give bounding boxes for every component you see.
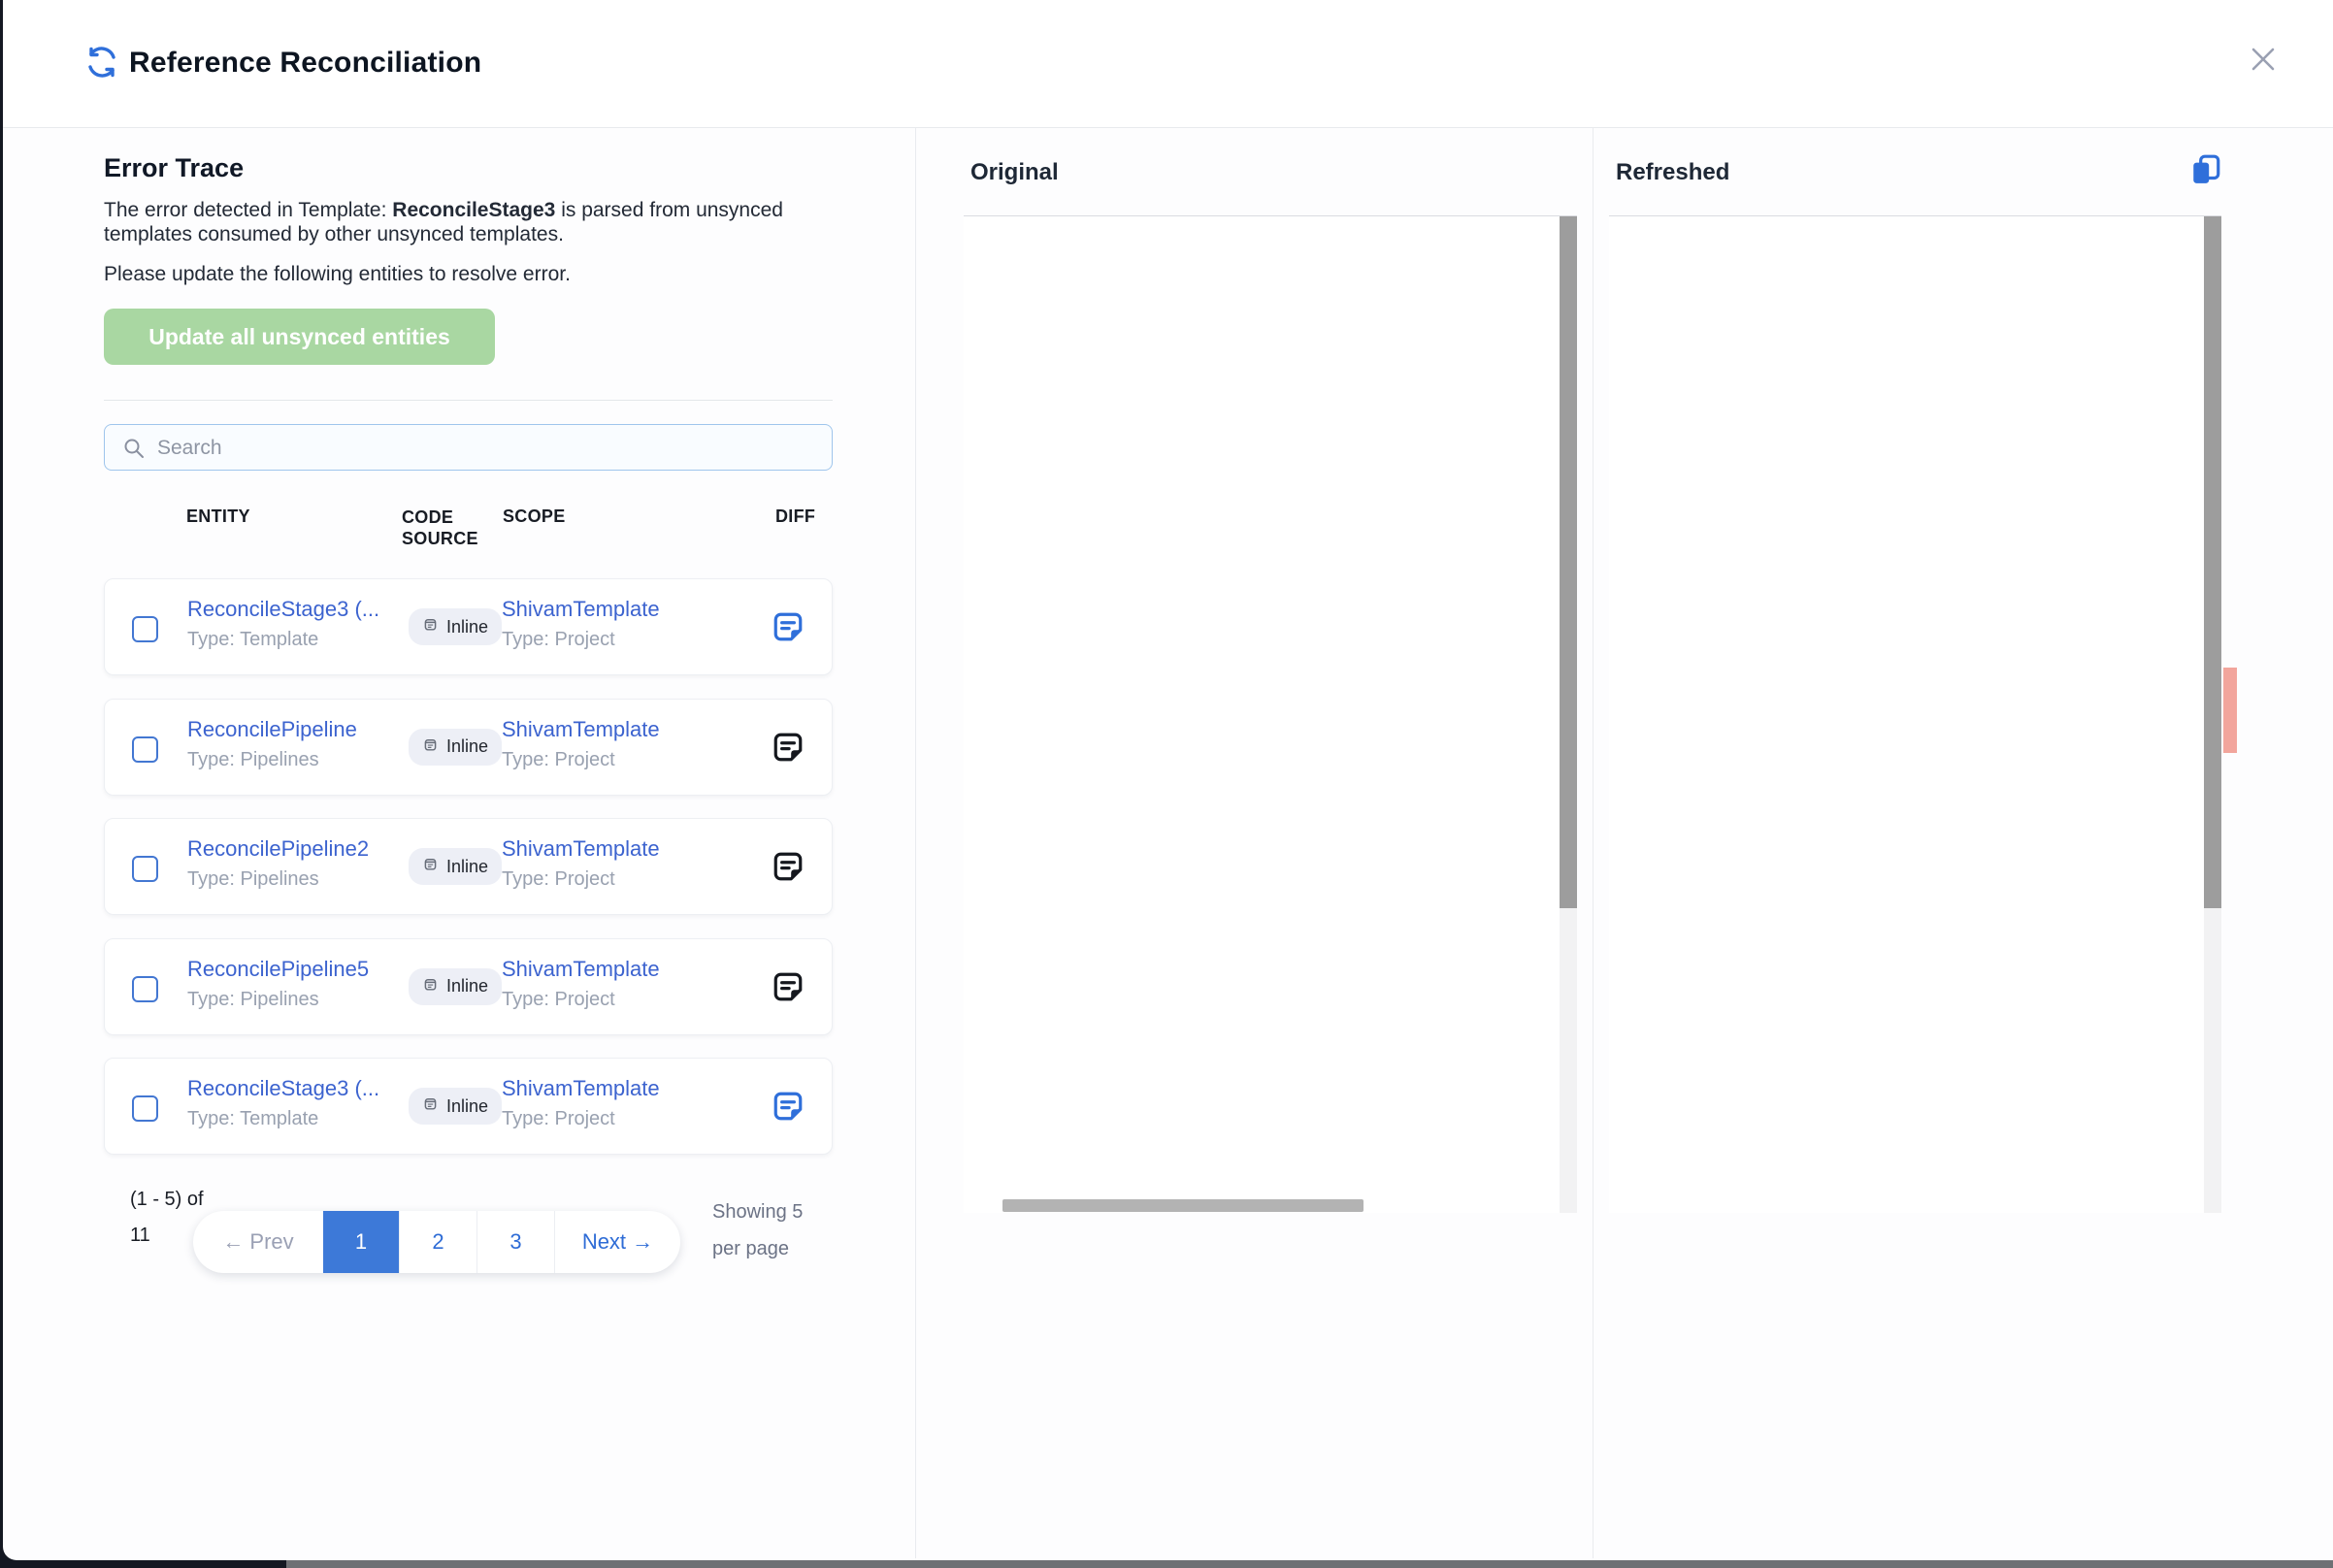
code-source-label: Inline	[446, 857, 488, 877]
close-icon[interactable]	[2244, 41, 2283, 80]
refreshed-code-panel	[1609, 215, 2221, 1213]
page-button-1[interactable]: 1	[323, 1211, 399, 1273]
entity-type-label: Type: Pipelines	[187, 989, 396, 1011]
scope-link[interactable]: ShivamTemplate	[502, 957, 735, 982]
table-row: ReconcileStage3 (... Type: Template Inline…	[104, 578, 833, 675]
search-icon	[122, 437, 146, 460]
search-input[interactable]	[155, 429, 819, 468]
entity-cell: ReconcilePipeline5 Type: Pipelines	[187, 957, 396, 1011]
scope-cell: ShivamTemplate Type: Project	[502, 957, 735, 1011]
column-header-diff: DIFF	[775, 506, 815, 527]
divider	[104, 400, 833, 401]
refreshed-panel-title: Refreshed	[1616, 159, 1729, 186]
inline-source-icon	[422, 976, 439, 997]
row-checkbox[interactable]	[132, 856, 158, 882]
refreshed-vertical-scrollbar[interactable]	[2204, 216, 2221, 1213]
page-button-2[interactable]: 2	[399, 1211, 476, 1273]
reference-reconciliation-modal: Reference Reconciliation Error Trace The…	[3, 0, 2333, 1560]
row-checkbox[interactable]	[132, 976, 158, 1002]
scope-type-label: Type: Project	[502, 989, 735, 1011]
row-checkbox[interactable]	[132, 616, 158, 642]
table-row: ReconcilePipeline2 Type: Pipelines Inline S…	[104, 818, 833, 915]
scope-link[interactable]: ShivamTemplate	[502, 1076, 735, 1101]
entity-cell: ReconcileStage3 (... Type: Template	[187, 1076, 396, 1130]
code-source-label: Inline	[446, 617, 488, 637]
divider	[1593, 128, 1594, 1558]
inline-source-icon	[422, 736, 439, 758]
entity-cell: ReconcilePipeline2 Type: Pipelines	[187, 836, 396, 891]
scope-cell: ShivamTemplate Type: Project	[502, 717, 735, 771]
original-panel-title: Original	[970, 159, 1059, 186]
diff-icon[interactable]	[771, 1090, 805, 1125]
code-source-badge: Inline	[409, 1088, 502, 1125]
entity-link[interactable]: ReconcilePipeline5	[187, 957, 396, 982]
code-source-badge: Inline	[409, 608, 502, 645]
entity-type-label: Type: Template	[187, 629, 396, 651]
per-page-label: Showing 5 per page	[712, 1193, 809, 1267]
row-checkbox[interactable]	[132, 736, 158, 763]
scope-type-label: Type: Project	[502, 868, 735, 891]
page-number-buttons: 123	[323, 1211, 554, 1273]
entity-link[interactable]: ReconcileStage3 (...	[187, 1076, 396, 1101]
table-row: ReconcilePipeline Type: Pipelines Inline Sh…	[104, 699, 833, 796]
entity-cell: ReconcileStage3 (... Type: Template	[187, 597, 396, 651]
entity-type-label: Type: Pipelines	[187, 749, 396, 771]
entity-link[interactable]: ReconcileStage3 (...	[187, 597, 396, 622]
divider	[915, 128, 916, 1558]
column-header-entity: ENTITY	[186, 506, 250, 527]
table-row: ReconcileStage3 (... Type: Template Inline…	[104, 1058, 833, 1155]
scope-type-label: Type: Project	[502, 629, 735, 651]
inline-source-icon	[422, 1095, 439, 1117]
error-trace-instruction: Please update the following entities to …	[104, 263, 788, 286]
entity-type-label: Type: Template	[187, 1108, 396, 1130]
code-source-label: Inline	[446, 736, 488, 757]
diff-icon[interactable]	[771, 731, 805, 766]
error-trace-description: The error detected in Template: Reconcil…	[104, 198, 788, 246]
scope-link[interactable]: ShivamTemplate	[502, 717, 735, 742]
original-horizontal-scrollbar[interactable]	[1001, 1199, 1560, 1212]
code-source-label: Inline	[446, 976, 488, 996]
scope-link[interactable]: ShivamTemplate	[502, 597, 735, 622]
update-all-unsynced-entities-button[interactable]: Update all unsynced entities	[104, 309, 495, 365]
next-page-button[interactable]: Next →	[554, 1211, 680, 1273]
search-box	[104, 424, 833, 471]
entity-link[interactable]: ReconcilePipeline2	[187, 836, 396, 862]
page-title: Reference Reconciliation	[129, 47, 481, 80]
code-source-badge: Inline	[409, 729, 502, 766]
scope-type-label: Type: Project	[502, 1108, 735, 1130]
diff-icon[interactable]	[771, 850, 805, 885]
entity-link[interactable]: ReconcilePipeline	[187, 717, 396, 742]
scope-type-label: Type: Project	[502, 749, 735, 771]
pagination: ← Prev 123 Next →	[193, 1211, 680, 1273]
table-row: ReconcilePipeline5 Type: Pipelines Inline S…	[104, 938, 833, 1035]
page-button-3[interactable]: 3	[476, 1211, 554, 1273]
copy-icon[interactable]	[2188, 153, 2223, 188]
prev-page-button[interactable]: ← Prev	[193, 1211, 323, 1273]
entity-cell: ReconcilePipeline Type: Pipelines	[187, 717, 396, 771]
original-code-panel	[964, 215, 1577, 1213]
row-checkbox[interactable]	[132, 1095, 158, 1122]
diff-icon[interactable]	[771, 970, 805, 1005]
scope-link[interactable]: ShivamTemplate	[502, 836, 735, 862]
diff-overview-marker	[2223, 668, 2237, 753]
scope-cell: ShivamTemplate Type: Project	[502, 836, 735, 891]
entity-type-label: Type: Pipelines	[187, 868, 396, 891]
inline-source-icon	[422, 856, 439, 877]
inline-source-icon	[422, 616, 439, 637]
scope-cell: ShivamTemplate Type: Project	[502, 597, 735, 651]
code-source-badge: Inline	[409, 968, 502, 1005]
browser-scrollbar[interactable]	[286, 1560, 2333, 1568]
modal-header: Reference Reconciliation	[3, 0, 2333, 128]
column-header-scope: SCOPE	[503, 506, 566, 527]
column-header-code-source: CODE SOURCE	[402, 506, 479, 549]
original-vertical-scrollbar[interactable]	[1560, 216, 1577, 1213]
error-trace-heading: Error Trace	[104, 153, 244, 183]
scope-cell: ShivamTemplate Type: Project	[502, 1076, 735, 1130]
error-template-name: ReconcileStage3	[392, 199, 555, 221]
diff-icon[interactable]	[771, 610, 805, 645]
code-source-label: Inline	[446, 1096, 488, 1117]
reconcile-refresh-icon	[84, 45, 119, 80]
code-source-badge: Inline	[409, 848, 502, 885]
